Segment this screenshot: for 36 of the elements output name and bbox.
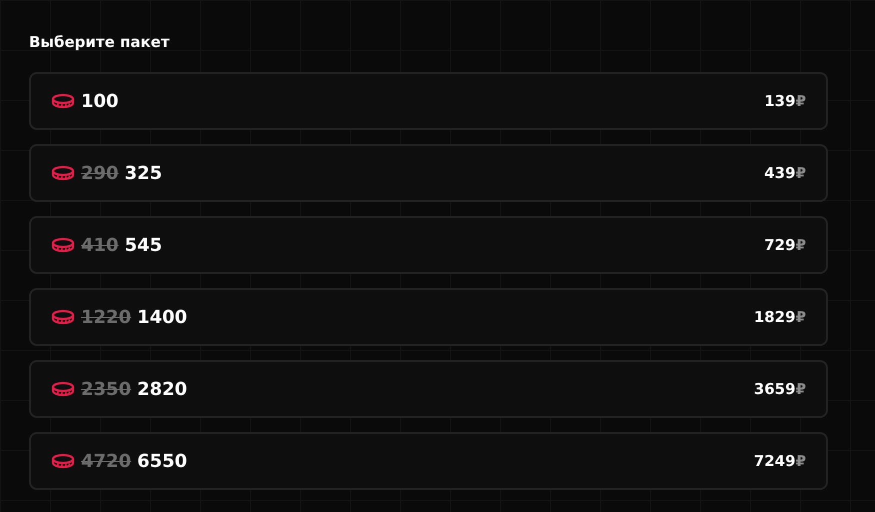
currency-sign: ₽ xyxy=(796,234,806,256)
currency-sign: ₽ xyxy=(796,306,806,328)
old-amount: 1220 xyxy=(81,306,132,330)
currency-sign: ₽ xyxy=(796,450,806,472)
coin-icon xyxy=(51,237,75,253)
coin-icon xyxy=(51,381,75,397)
coin-amount: 100 xyxy=(81,90,119,114)
package-option[interactable]: 290 325 439₽ xyxy=(29,144,828,202)
package-option[interactable]: 410 545 729₽ xyxy=(29,216,828,274)
coin-amount: 545 xyxy=(124,234,162,258)
old-amount: 290 xyxy=(81,162,119,186)
package-option[interactable]: 2350 2820 3659₽ xyxy=(29,360,828,418)
coin-amount: 6550 xyxy=(137,450,188,474)
package-option[interactable]: 4720 6550 7249₽ xyxy=(29,432,828,490)
currency-sign: ₽ xyxy=(796,90,806,112)
coin-icon xyxy=(51,309,75,325)
package-option[interactable]: 1220 1400 1829₽ xyxy=(29,288,828,346)
currency-sign: ₽ xyxy=(796,162,806,184)
currency-sign: ₽ xyxy=(796,378,806,400)
price: 729 xyxy=(764,234,796,256)
coin-amount: 1400 xyxy=(137,306,188,330)
price: 139 xyxy=(764,90,796,112)
price: 1829 xyxy=(754,306,796,328)
coin-amount: 325 xyxy=(124,162,162,186)
price: 3659 xyxy=(754,378,796,400)
price: 7249 xyxy=(754,450,796,472)
old-amount: 4720 xyxy=(81,450,132,474)
coin-amount: 2820 xyxy=(137,378,188,402)
coin-icon xyxy=(51,165,75,181)
old-amount: 410 xyxy=(81,234,119,258)
price: 439 xyxy=(764,162,796,184)
package-option[interactable]: 100 139₽ xyxy=(29,72,828,130)
section-title: Выберите пакет xyxy=(29,32,171,52)
old-amount: 2350 xyxy=(81,378,132,402)
coin-icon xyxy=(51,93,75,109)
coin-icon xyxy=(51,453,75,469)
